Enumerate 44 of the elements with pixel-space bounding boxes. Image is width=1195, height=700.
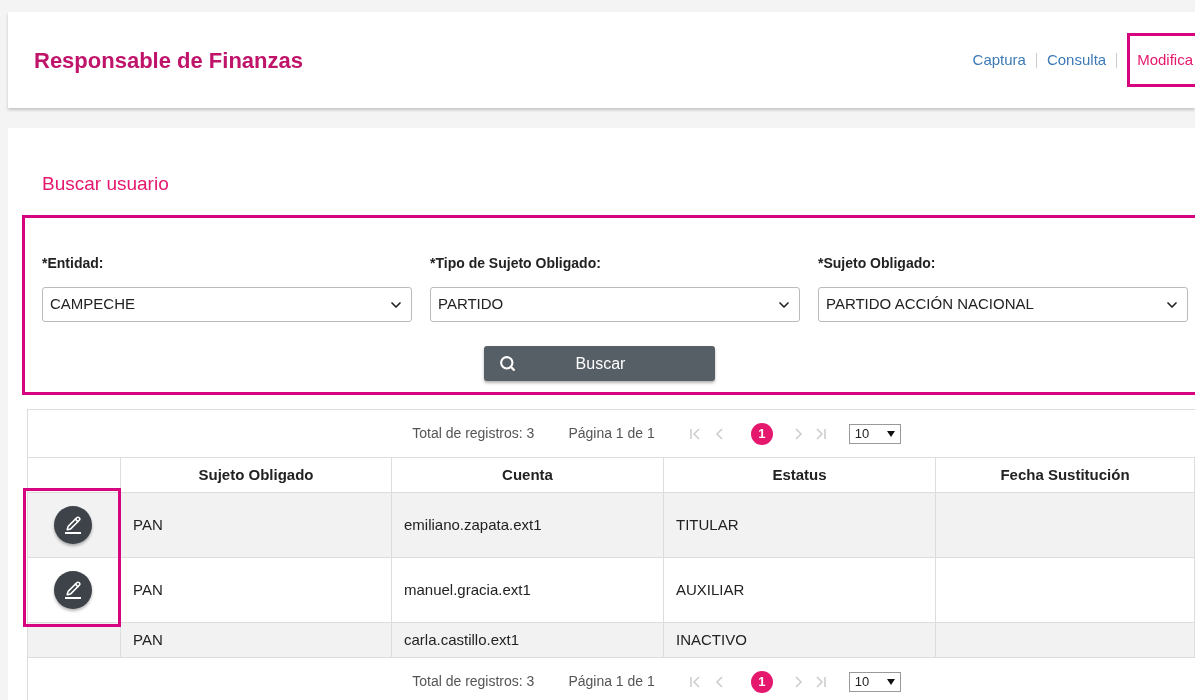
table-cell-text: PAN	[133, 629, 163, 650]
edit-button[interactable]	[54, 571, 92, 609]
select-field[interactable]: CAMPECHE	[42, 287, 412, 322]
search-icon	[499, 355, 516, 372]
table-cell-text: PAN	[133, 514, 163, 535]
column-header: Cuenta	[392, 458, 664, 492]
page-size-select[interactable]: 10	[848, 423, 901, 444]
total-count: Total de registros: 3	[412, 672, 535, 691]
table-cell-text: emiliano.zapata.ext1	[404, 514, 542, 535]
page-title: Responsable de Finanzas	[34, 46, 303, 75]
page-size-select[interactable]: 10	[848, 671, 901, 692]
select-field[interactable]: PARTIDO ACCIÓN NACIONAL	[818, 287, 1188, 322]
total-count: Total de registros: 3	[412, 424, 535, 443]
table-cell-text: TITULAR	[676, 514, 739, 535]
edit-button[interactable]	[54, 506, 92, 544]
search-button[interactable]: Buscar	[484, 346, 715, 381]
next-page-icon[interactable]	[794, 675, 803, 688]
nav-link[interactable]: Consulta	[1046, 48, 1107, 72]
page-number[interactable]: 1	[750, 422, 773, 445]
dropdown-arrow-icon	[886, 430, 895, 437]
previous-page-icon[interactable]	[714, 427, 723, 440]
field-label: *Tipo de Sujeto Obligado:	[430, 254, 602, 273]
table-cell-text: INACTIVO	[676, 629, 747, 650]
column-header: Fecha Sustitución	[936, 458, 1195, 492]
table-cell-text: AUXILIAR	[676, 579, 745, 600]
table-cell-text: manuel.gracia.ext1	[404, 579, 531, 600]
dropdown-arrow-icon	[886, 678, 895, 685]
page-indicator: Página 1 de 1	[568, 424, 655, 443]
pencil-icon	[65, 516, 81, 531]
select-field[interactable]: PARTIDO	[430, 287, 800, 322]
nav-link[interactable]: Modifica	[1127, 33, 1195, 87]
table-cell-text: carla.castillo.ext1	[404, 629, 520, 650]
field-label: *Sujeto Obligado:	[818, 254, 937, 273]
nav-link[interactable]: Captura	[972, 48, 1026, 72]
table-cell-text: PAN	[133, 579, 163, 600]
page-number[interactable]: 1	[750, 670, 773, 693]
pencil-icon	[65, 581, 81, 596]
column-header: Estatus	[664, 458, 936, 492]
field-label: *Entidad:	[42, 254, 105, 273]
column-header: Sujeto Obligado	[121, 458, 392, 492]
section-title: Buscar usuario	[41, 172, 170, 196]
previous-page-icon[interactable]	[714, 675, 723, 688]
page-indicator: Página 1 de 1	[568, 672, 655, 691]
next-page-icon[interactable]	[794, 427, 803, 440]
